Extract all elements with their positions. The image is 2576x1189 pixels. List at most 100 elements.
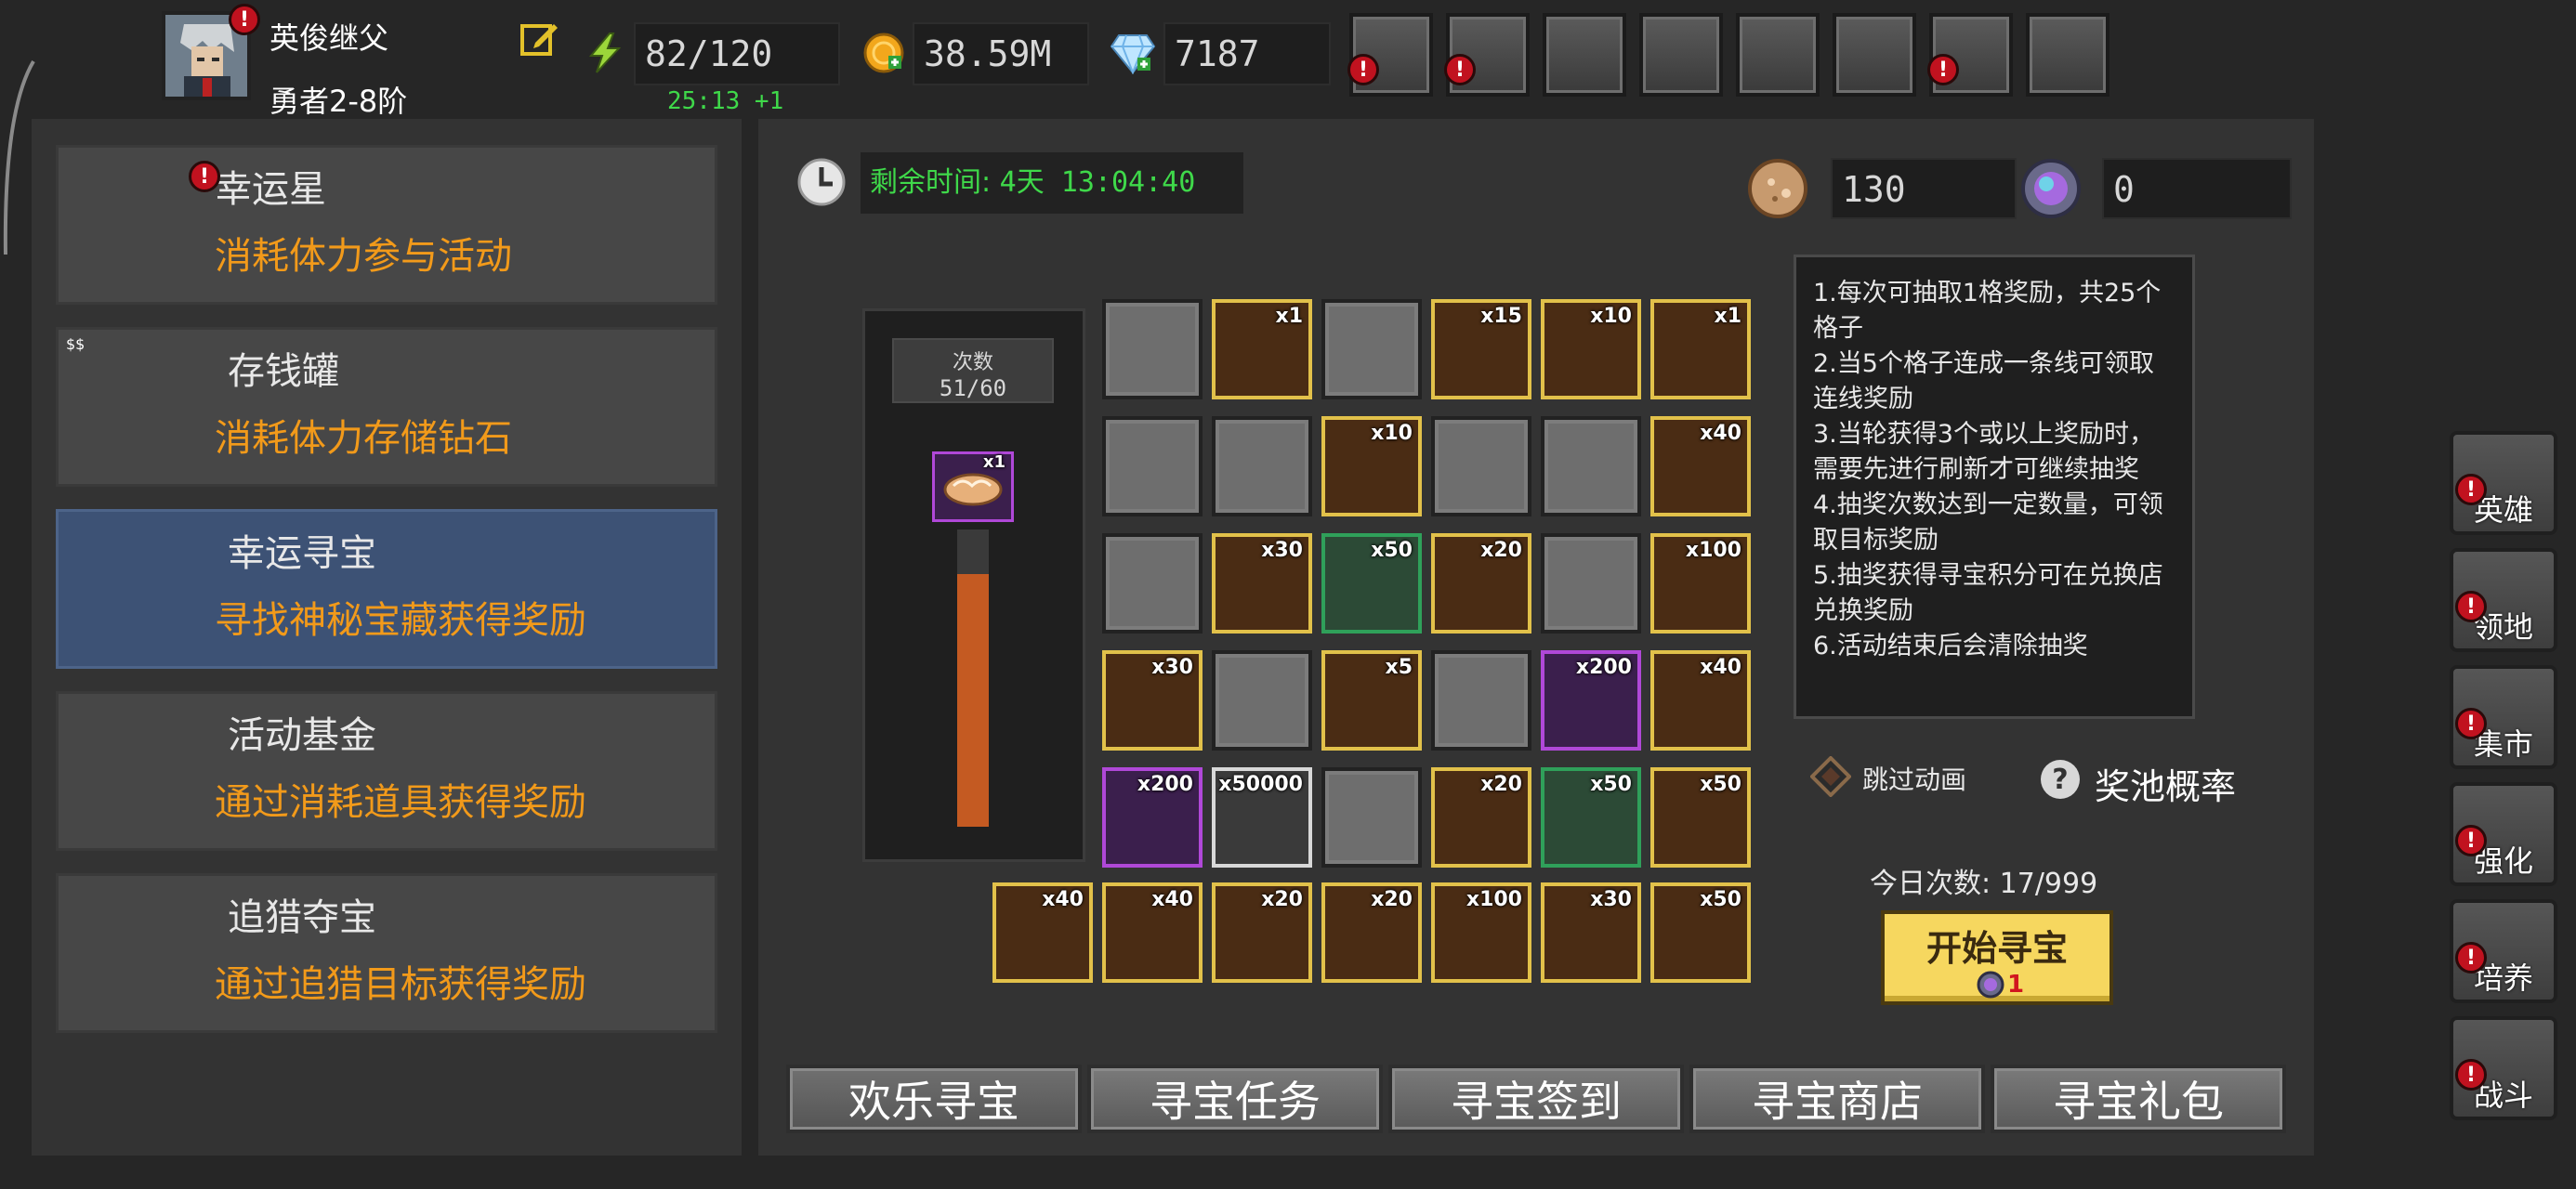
grid-cell-empty[interactable] [1321, 767, 1422, 868]
tab-2[interactable]: 寻宝签到 [1388, 1065, 1684, 1133]
gold-coin-icon [863, 33, 904, 73]
menu-item-treasure-chest[interactable]: 追猎夺宝 通过追猎目标获得奖励 [56, 873, 717, 1033]
start-treasure-button[interactable]: 开始寻宝 1 [1881, 910, 2113, 1005]
diamond-icon [1110, 34, 1156, 74]
avatar-alert-badge: ! [229, 4, 260, 35]
grid-cell-reward[interactable]: x50 [1650, 767, 1751, 868]
menu-item-desc: 通过消耗道具获得奖励 [215, 781, 586, 824]
grid-cell-empty[interactable] [1102, 533, 1203, 634]
grid-cell-reward[interactable]: x1 [1212, 299, 1312, 399]
remaining-time-label: 剩余时间: [870, 166, 992, 199]
grid-cell-reward[interactable]: x200 [1541, 650, 1641, 751]
gamepad-button[interactable] [1543, 13, 1626, 97]
treasure-point-icon [1748, 159, 1807, 218]
help-question-icon[interactable]: ? [2039, 758, 2082, 801]
svg-text:$$: $$ [66, 335, 85, 353]
draw-count-box: 次数 51/60 [892, 338, 1054, 403]
grid-cell-reward[interactable]: x200 [1102, 767, 1203, 868]
menu-item-treasure-medallion[interactable]: 幸运寻宝寻找神秘宝藏获得奖励 [56, 509, 717, 669]
grid-cell-empty[interactable] [1431, 650, 1531, 751]
grid-cell-reward[interactable]: x30 [1102, 650, 1203, 751]
grid-cell-empty[interactable] [1212, 650, 1312, 751]
tab-3[interactable]: 寻宝商店 [1689, 1065, 1985, 1133]
skip-animation-checkbox[interactable] [1810, 756, 1851, 797]
skip-animation-label[interactable]: 跳过动画 [1862, 760, 1966, 797]
grid-cell-empty[interactable] [1212, 416, 1312, 516]
lock-icon [1717, 366, 1745, 394]
side-button-market-stall[interactable]: 集市! [2450, 665, 2557, 769]
crossed-swords-button[interactable] [2026, 13, 2109, 97]
alert-badge: ! [1444, 54, 1476, 85]
stamina-lightning-icon [588, 33, 622, 73]
side-button-enhance-crystal[interactable]: 强化! [2450, 782, 2557, 886]
line-reward[interactable]: x20 [1212, 882, 1312, 983]
menu-item-lucky-star[interactable]: 幸运星 消耗体力参与活动! [56, 145, 717, 305]
grid-cell-reward[interactable]: x50000 [1212, 767, 1312, 868]
grid-cell-empty[interactable] [1102, 299, 1203, 399]
menu-item-piggy-bank[interactable]: $$ 存钱罐 消耗体力存储钻石 [56, 327, 717, 487]
magic-orb-icon [1977, 971, 2004, 999]
grid-cell-reward[interactable]: x40 [1650, 416, 1751, 516]
line-reward[interactable]: x30 [1541, 882, 1641, 983]
grid-cell-reward[interactable]: x10 [1321, 416, 1422, 516]
grid-cell-reward[interactable]: x1 [1650, 299, 1751, 399]
grid-cell-reward[interactable]: x40 [1650, 650, 1751, 751]
gift-box-button[interactable] [1736, 13, 1820, 97]
reward-qty: x50 [1371, 539, 1413, 562]
lock-icon [1169, 949, 1197, 977]
grid-cell-empty[interactable] [1431, 416, 1531, 516]
progress-reward[interactable]: x1 [932, 451, 1014, 522]
alert-badge: ! [1927, 54, 1959, 85]
tab-0[interactable]: 欢乐寻宝 [786, 1065, 1082, 1133]
side-button-hero-helmet[interactable]: 英雄! [2450, 431, 2557, 535]
grid-cell-reward[interactable]: x50 [1321, 533, 1422, 634]
lock-icon [1717, 834, 1745, 862]
start-cost-value: 1 [2007, 971, 2025, 999]
reward-qty: x15 [1480, 305, 1522, 328]
stamina-display: 82/120 [634, 22, 840, 85]
grid-cell-empty[interactable] [1541, 533, 1641, 634]
settings-gear-button[interactable] [1639, 13, 1723, 97]
edit-name-icon[interactable] [519, 19, 559, 59]
tab-1[interactable]: 寻宝任务 [1087, 1065, 1383, 1133]
piggy-bank-icon: $$ [66, 335, 85, 353]
reward-qty: x30 [1151, 656, 1193, 679]
side-button-castle[interactable]: 领地! [2450, 548, 2557, 652]
rules-text[interactable]: 1.每次可抽取1格奖励，共25个格子 2.当5个格子连成一条线可领取连线奖励 3… [1794, 255, 2195, 719]
side-button-battle-portal[interactable]: 战斗! [2450, 1016, 2557, 1120]
menu-item-desc: 通过追猎目标获得奖励 [215, 963, 586, 1006]
grid-cell-reward[interactable]: x50 [1541, 767, 1641, 868]
grid-cell-empty[interactable] [1321, 299, 1422, 399]
menu-item-desc: 寻找神秘宝藏获得奖励 [215, 599, 586, 642]
grid-cell-reward[interactable]: x20 [1431, 533, 1531, 634]
grid-cell-reward[interactable]: x20 [1431, 767, 1531, 868]
reward-qty: x50 [1700, 773, 1741, 796]
svg-text:?: ? [2052, 764, 2068, 796]
line-reward[interactable]: x40 [1102, 882, 1203, 983]
menu-item-title: 幸运寻宝 [228, 532, 376, 575]
lock-icon [1498, 949, 1526, 977]
grid-cell-reward[interactable]: x10 [1541, 299, 1641, 399]
grid-cell-reward[interactable]: x30 [1212, 533, 1312, 634]
reward-qty: x5 [1385, 656, 1413, 679]
reward-qty: x50000 [1218, 773, 1303, 796]
menu-item-money-bag[interactable]: 活动基金 通过消耗道具获得奖励 [56, 691, 717, 851]
grid-cell-empty[interactable] [1102, 416, 1203, 516]
line-reward[interactable]: x40 [992, 882, 1093, 983]
grid-cell-reward[interactable]: x15 [1431, 299, 1531, 399]
today-count: 今日次数: 17/999 [1870, 868, 2098, 900]
line-reward[interactable]: x50 [1650, 882, 1751, 983]
progress-fill [957, 574, 989, 827]
alert-badge: ! [1347, 54, 1379, 85]
color-wheel-button[interactable] [1833, 13, 1916, 97]
tab-4[interactable]: 寻宝礼包 [1991, 1065, 2286, 1133]
grid-cell-empty[interactable] [1541, 416, 1641, 516]
stamina-timer: 25:13 +1 [667, 87, 784, 115]
line-reward[interactable]: x100 [1431, 882, 1531, 983]
line-reward[interactable]: x20 [1321, 882, 1422, 983]
grid-cell-reward[interactable]: x5 [1321, 650, 1422, 751]
side-button-chalice[interactable]: 培养! [2450, 899, 2557, 1003]
pool-rate-link[interactable]: 奖池概率 [2095, 758, 2236, 809]
diamond-display: 7187 [1163, 22, 1331, 85]
grid-cell-reward[interactable]: x100 [1650, 533, 1751, 634]
